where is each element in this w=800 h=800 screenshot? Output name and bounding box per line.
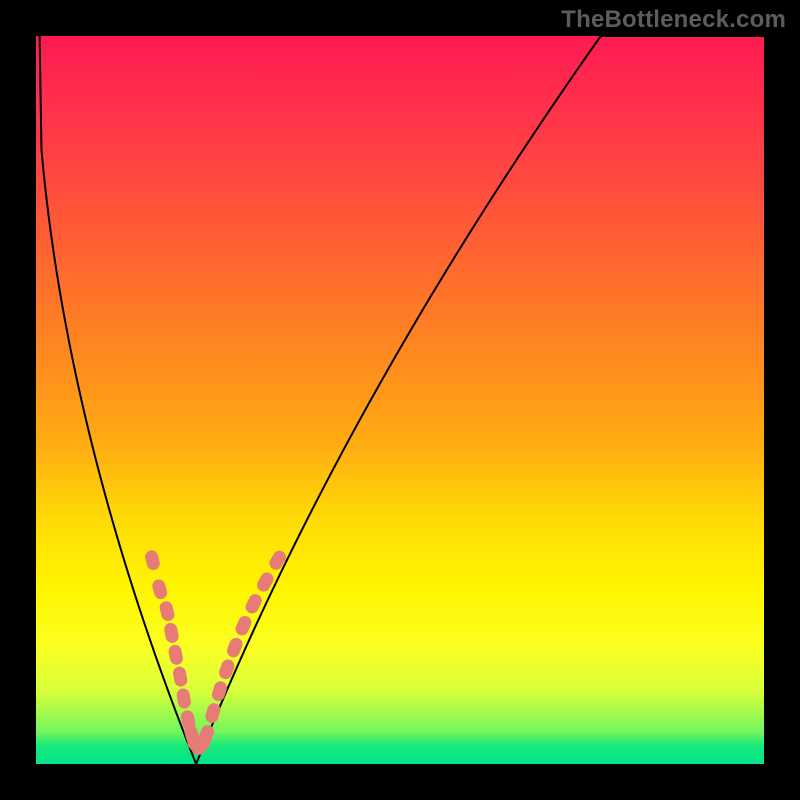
curve-right-branch bbox=[196, 36, 764, 764]
curve-marker bbox=[234, 614, 254, 638]
curve-marker bbox=[176, 687, 192, 709]
chart-frame: TheBottleneck.com bbox=[0, 0, 800, 800]
curve-marker bbox=[158, 600, 176, 623]
curve-marker bbox=[163, 622, 180, 644]
curve-marker bbox=[243, 592, 264, 616]
curve-marker bbox=[167, 644, 184, 666]
plot-area bbox=[36, 36, 764, 764]
curve-marker bbox=[144, 549, 161, 572]
curve-marker bbox=[204, 702, 222, 725]
bottleneck-curve bbox=[40, 36, 764, 764]
curve-marker bbox=[172, 666, 188, 688]
curve-marker bbox=[267, 548, 288, 572]
curve-marker bbox=[210, 680, 228, 703]
curve-marker bbox=[151, 578, 169, 601]
watermark-text: TheBottleneck.com bbox=[561, 6, 786, 34]
chart-svg bbox=[36, 36, 764, 764]
marker-group bbox=[144, 548, 289, 757]
